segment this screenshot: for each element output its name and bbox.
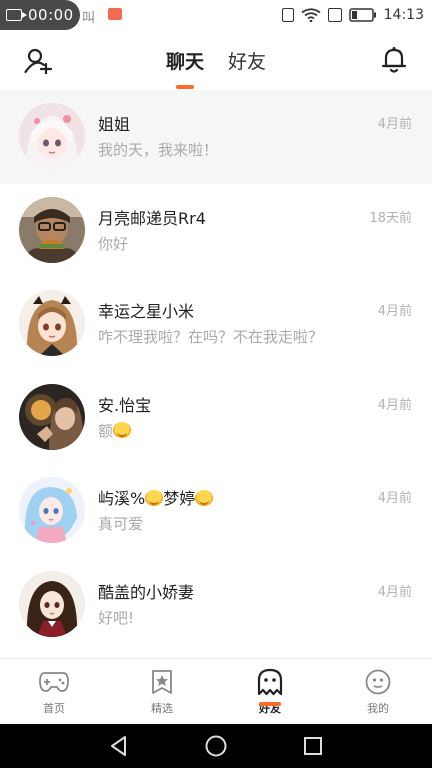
avatar[interactable] <box>19 383 85 450</box>
chat-preview: 真可爱 <box>98 515 144 533</box>
chat-name: 姐姐 <box>98 115 131 134</box>
record-timer: 00:00 <box>28 6 74 24</box>
face-icon <box>363 668 393 696</box>
chat-row[interactable]: 酷盖的小娇妻 好吧! 4月前 <box>0 557 432 651</box>
nav-item-home[interactable]: 首页 <box>0 659 108 724</box>
app-notification-icon <box>108 8 122 20</box>
wifi-icon <box>301 8 321 22</box>
chat-preview: 你好 <box>98 234 129 253</box>
chat-preview: 额 <box>98 420 132 441</box>
chat-name-text: 屿溪% <box>98 489 146 508</box>
tab-friends[interactable]: 好友 <box>226 47 268 74</box>
chat-row[interactable]: 姐姐 我的天，我来啦！ 4月前 <box>0 90 432 184</box>
tab-chat[interactable]: 聊天 <box>164 47 206 74</box>
sim-icon <box>327 8 342 22</box>
header-tabs: 聊天 好友 <box>0 30 432 90</box>
chat-date: 4月前 <box>377 397 412 413</box>
status-bar: 叫 00:00 14:13 <box>0 0 432 30</box>
chat-row[interactable]: 月亮邮递员Rr4 你好 18天前 <box>0 183 432 277</box>
avatar[interactable] <box>19 196 85 263</box>
battery-icon <box>348 8 377 22</box>
chat-date: 4月前 <box>377 584 412 600</box>
chat-preview: 好吧! <box>98 608 135 627</box>
star-icon <box>147 668 177 696</box>
chat-name: 屿溪% 梦婷 <box>98 485 214 509</box>
avatar[interactable] <box>19 103 85 169</box>
vibrate-icon <box>281 8 294 22</box>
chat-date: 4月前 <box>377 304 412 319</box>
gamepad-icon <box>39 668 69 696</box>
avatar[interactable] <box>19 570 85 637</box>
camera-icon <box>6 9 27 21</box>
avatar[interactable] <box>19 477 85 543</box>
screen-record-pill[interactable]: 00:00 <box>0 0 80 30</box>
nav-label: 首页 <box>43 702 65 715</box>
kiss-emoji-icon <box>145 490 164 506</box>
ghost-icon <box>255 668 285 696</box>
chat-preview-text: 额 <box>98 421 114 440</box>
status-clock: 14:13 <box>383 7 424 23</box>
nav-label: 精选 <box>151 702 173 715</box>
active-tab-indicator <box>176 85 194 89</box>
chat-row[interactable]: 屿溪% 梦婷 真可爱 4月前 <box>0 464 432 558</box>
avatar[interactable] <box>19 290 85 356</box>
chat-name: 幸运之星小米 <box>98 302 195 321</box>
back-icon[interactable] <box>107 734 131 758</box>
chat-row[interactable]: 幸运之星小米 咋不理我啦？在吗？不在我走啦？ 4月前 <box>0 277 432 371</box>
sleepy-emoji-icon <box>195 490 214 506</box>
status-icons: 14:13 <box>281 0 424 30</box>
home-icon[interactable] <box>204 734 228 758</box>
bottom-nav: 首页 精选 好友 我的 <box>0 658 432 724</box>
nav-item-friends[interactable]: 好友 <box>216 659 324 724</box>
chat-name: 酷盖的小娇妻 <box>98 582 195 602</box>
chat-date: 18天前 <box>369 210 412 226</box>
chat-date: 4月前 <box>377 117 412 132</box>
system-nav-bar <box>0 724 432 768</box>
app-screen: 叫 00:00 14:13 聊天 好友 姐姐 我的天，我来啦！ 4月前 月亮邮递… <box>0 0 432 768</box>
chat-date: 4月前 <box>377 491 412 506</box>
chat-name: 安.怡宝 <box>98 395 152 415</box>
chat-name: 月亮邮递员Rr4 <box>98 208 206 228</box>
chat-list: 姐姐 我的天，我来啦！ 4月前 月亮邮递员Rr4 你好 18天前 幸运之星小米 … <box>0 90 432 658</box>
nav-item-featured[interactable]: 精选 <box>108 659 216 724</box>
bell-icon[interactable] <box>380 46 408 74</box>
recents-icon[interactable] <box>301 734 325 758</box>
chat-name-suffix: 梦婷 <box>163 489 196 508</box>
chat-preview: 咋不理我啦？在吗？不在我走啦？ <box>98 328 324 346</box>
nav-active-indicator <box>259 702 281 706</box>
notification-ghost-text: 叫 <box>82 11 96 26</box>
chat-row[interactable]: 安.怡宝 额 4月前 <box>0 370 432 464</box>
nav-item-profile[interactable]: 我的 <box>324 659 432 724</box>
chat-preview: 我的天，我来啦！ <box>98 141 219 159</box>
smile-emoji-icon <box>113 421 132 438</box>
nav-label: 我的 <box>367 702 389 715</box>
app-header: 聊天 好友 <box>0 30 432 90</box>
